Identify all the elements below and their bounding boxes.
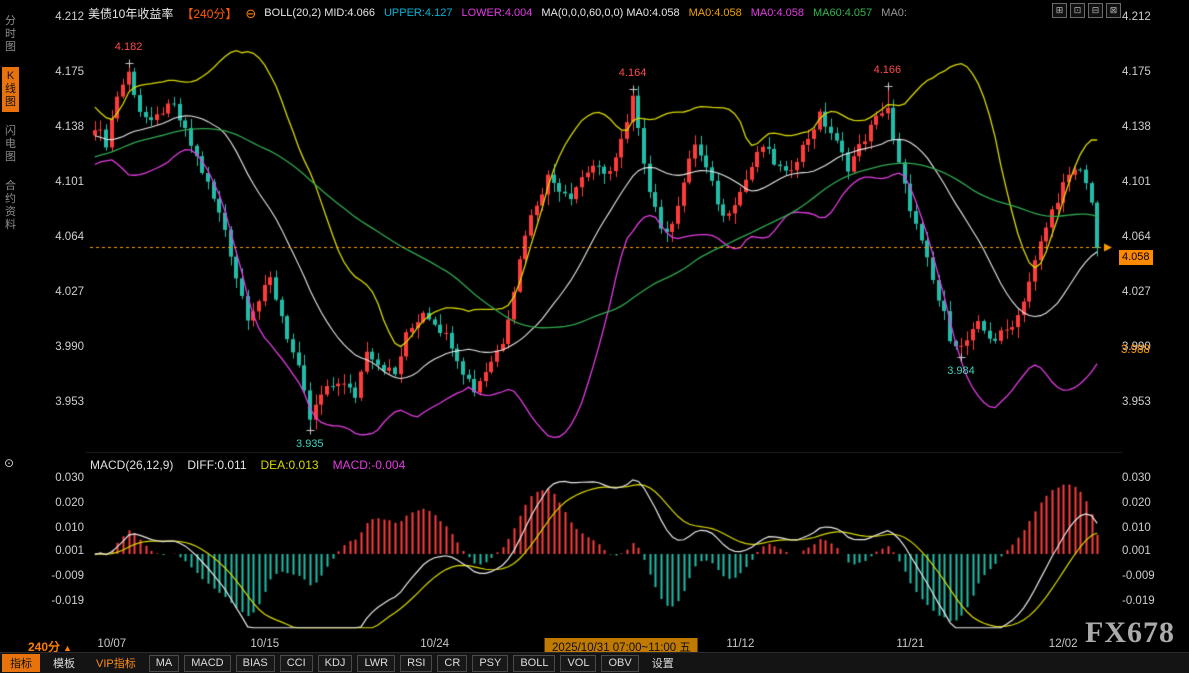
settings-button[interactable]: 设置 — [644, 654, 682, 672]
indicator-button-cr[interactable]: CR — [437, 655, 467, 672]
legend-item: MA(0,0,0,60,0,0) MA0:4.058 — [541, 7, 679, 19]
indicator-button-kdj[interactable]: KDJ — [318, 655, 353, 672]
layout-icon-4[interactable]: ⊠ — [1106, 3, 1121, 18]
legend-item: MA0: — [881, 7, 907, 19]
indicator-button-bias[interactable]: BIAS — [236, 655, 275, 672]
macd-legend-item: DIFF:0.011 — [187, 458, 246, 472]
sidebar-item-flash-chart[interactable]: 闪电图 — [2, 122, 19, 167]
app-window: 4.2124.2124.1754.1754.1384.1384.1014.101… — [0, 0, 1189, 673]
sidebar-item-time-chart[interactable]: 分时图 — [2, 12, 19, 57]
indicator-button-ma[interactable]: MA — [149, 655, 180, 672]
indicator-button-rsi[interactable]: RSI — [400, 655, 432, 672]
sidebar: 分时图 K线图闪电图合约资料 — [0, 12, 20, 245]
layout-icon-2[interactable]: ⊡ — [1070, 3, 1085, 18]
indicator-button-vol[interactable]: VOL — [560, 655, 596, 672]
indicator-button-boll[interactable]: BOLL — [513, 655, 555, 672]
tab-indicators[interactable]: 指标 — [2, 654, 40, 672]
legend-item: MA0:4.058 — [689, 7, 742, 19]
legend-item: MA60:4.057 — [813, 7, 872, 19]
zoom-out-icon[interactable]: ⊖ — [245, 7, 256, 20]
indicator-button-lwr[interactable]: LWR — [357, 655, 395, 672]
legend-item: UPPER:4.127 — [384, 7, 452, 19]
indicator-button-obv[interactable]: OBV — [601, 655, 638, 672]
chart-canvas[interactable] — [0, 0, 1189, 673]
legend-item: BOLL(20,2) MID:4.066 — [264, 7, 375, 19]
indicator-legend: BOLL(20,2) MID:4.066 UPPER:4.127 LOWER:4.0… — [264, 7, 907, 19]
macd-legend-item: MACD:-0.004 — [333, 458, 406, 472]
macd-legend-item: MACD(26,12,9) — [90, 458, 173, 472]
layout-icon-1[interactable]: ⊞ — [1052, 3, 1067, 18]
indicator-button-macd[interactable]: MACD — [184, 655, 230, 672]
top-bar: 美债10年收益率 【240分】 ⊖ BOLL(20,2) MID:4.066 UP… — [0, 0, 1189, 26]
sidebar-item-contract-info[interactable]: 合约资料 — [2, 177, 19, 235]
bottom-toolbar: 指标模板 VIP指标 MAMACD BIAS CCI KDJLWR RSI CR PSY BOLL… — [0, 652, 1189, 673]
watermark: FX678 — [1085, 616, 1175, 650]
tab-templates[interactable]: 模板 — [45, 654, 83, 672]
sidebar-item-kline-chart[interactable]: K线图 — [2, 67, 19, 112]
legend-item: LOWER:4.004 — [461, 7, 532, 19]
legend-item: MA0:4.058 — [751, 7, 804, 19]
chart-title: 美债10年收益率 — [88, 5, 173, 22]
macd-legend-item: DEA:0.013 — [261, 458, 319, 472]
indicator-button-cci[interactable]: CCI — [280, 655, 313, 672]
indicator-button-psy[interactable]: PSY — [472, 655, 508, 672]
layout-icons: ⊞⊡⊟⊠ — [1052, 3, 1121, 18]
layout-icon-3[interactable]: ⊟ — [1088, 3, 1103, 18]
macd-header: MACD(26,12,9) DIFF:0.011 DEA:0.013 MACD:-0.… — [90, 458, 405, 472]
tab-vip-indicators[interactable]: VIP指标 — [88, 654, 144, 672]
period-tag: 【240分】 — [181, 5, 237, 22]
panel-circle-icon[interactable]: ⊙ — [4, 456, 14, 470]
